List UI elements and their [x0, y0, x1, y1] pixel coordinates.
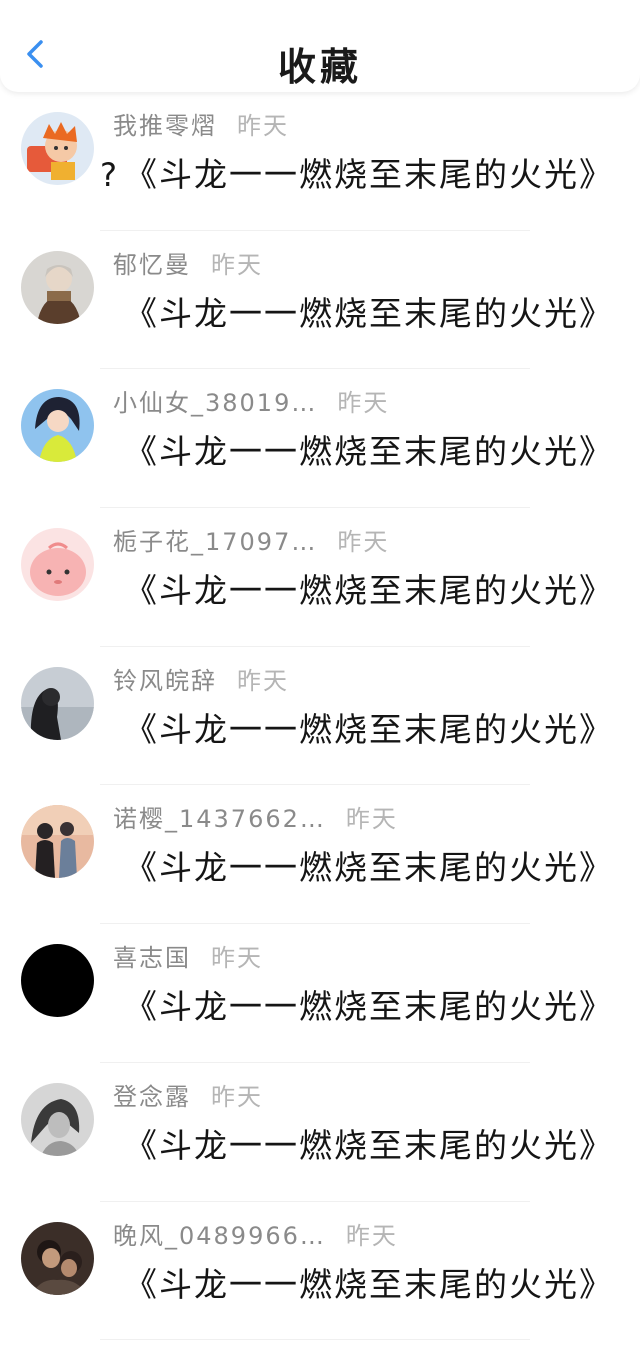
favorite-title[interactable]: 《斗龙一一燃烧至末尾的火光》 [100, 709, 614, 751]
title-text: 《斗龙一一燃烧至末尾的火光》 [124, 1125, 614, 1165]
favorite-title[interactable]: ? 《斗龙一一燃烧至末尾的火光》 [100, 154, 614, 196]
avatar[interactable] [21, 666, 94, 740]
avatar[interactable] [21, 528, 94, 602]
user-name[interactable]: 小仙女_38019… [113, 389, 317, 417]
favorite-title[interactable]: 《斗龙一一燃烧至末尾的火光》 [100, 1125, 614, 1167]
avatar[interactable] [21, 112, 94, 185]
list-item[interactable]: 郁忆曼 昨天 《斗龙一一燃烧至末尾的火光》 [0, 231, 640, 370]
timestamp: 昨天 [237, 112, 289, 140]
title-text: 《斗龙一一燃烧至末尾的火光》 [124, 987, 614, 1027]
list-item[interactable]: 晚风_0489966… 昨天 《斗龙一一燃烧至末尾的火光》 [0, 1202, 640, 1341]
question-mark-prefix: ? [100, 156, 119, 194]
favorite-title[interactable]: 《斗龙一一燃烧至末尾的火光》 [100, 847, 614, 889]
favorite-title[interactable]: 《斗龙一一燃烧至末尾的火光》 [100, 1264, 614, 1306]
avatar[interactable] [21, 250, 94, 324]
user-name[interactable]: 郁忆曼 [113, 251, 191, 279]
favorite-title[interactable]: 《斗龙一一燃烧至末尾的火光》 [100, 986, 614, 1028]
avatar[interactable] [21, 944, 94, 1018]
timestamp: 昨天 [211, 944, 263, 973]
title-text: 《斗龙一一燃烧至末尾的火光》 [124, 293, 614, 333]
favorite-title[interactable]: 《斗龙一一燃烧至末尾的火光》 [100, 293, 614, 335]
user-name[interactable]: 铃风皖辞 [113, 667, 217, 695]
title-text: 《斗龙一一燃烧至末尾的火光》 [124, 571, 614, 611]
favorite-title[interactable]: 《斗龙一一燃烧至末尾的火光》 [100, 431, 614, 473]
divider [100, 1339, 530, 1341]
user-name[interactable]: 喜志国 [113, 944, 191, 972]
list-item[interactable]: 我推零熠 昨天 ? 《斗龙一一燃烧至末尾的火光》 [0, 92, 640, 231]
timestamp: 昨天 [345, 1221, 398, 1250]
avatar[interactable] [21, 1082, 94, 1156]
timestamp: 昨天 [211, 1082, 263, 1111]
avatar[interactable] [21, 1221, 94, 1295]
timestamp: 昨天 [337, 389, 390, 418]
list-item[interactable]: 小仙女_38019… 昨天 《斗龙一一燃烧至末尾的火光》 [0, 369, 640, 509]
list-item[interactable]: 铃风皖辞 昨天 《斗龙一一燃烧至末尾的火光》 [0, 647, 640, 786]
top-bar: 收藏 [0, 0, 640, 92]
title-text: 《斗龙一一燃烧至末尾的火光》 [124, 709, 614, 749]
page-title: 收藏 [277, 45, 362, 89]
list-item[interactable]: 喜志国 昨天 《斗龙一一燃烧至末尾的火光》 [0, 924, 640, 1063]
title-text: 《斗龙一一燃烧至末尾的火光》 [124, 848, 614, 888]
list-item[interactable]: 栀子花_17097… 昨天 《斗龙一一燃烧至末尾的火光》 [0, 508, 640, 647]
title-text: 《斗龙一一燃烧至末尾的火光》 [124, 155, 614, 194]
timestamp: 昨天 [337, 528, 390, 557]
title-text: 《斗龙一一燃烧至末尾的火光》 [124, 1264, 614, 1304]
timestamp: 昨天 [237, 666, 289, 695]
title-text: 《斗龙一一燃烧至末尾的火光》 [124, 432, 614, 472]
user-name[interactable]: 栀子花_17097… [113, 528, 317, 556]
list-item[interactable]: 登念露 昨天 《斗龙一一燃烧至末尾的火光》 [0, 1063, 640, 1202]
timestamp: 昨天 [211, 250, 263, 279]
user-name[interactable]: 诺樱_1437662… [113, 805, 326, 833]
list-item[interactable]: 诺樱_1437662… 昨天 《斗龙一一燃烧至末尾的火光》 [0, 785, 640, 925]
user-name[interactable]: 晚风_0489966… [113, 1222, 326, 1250]
timestamp: 昨天 [345, 805, 398, 834]
favorite-title[interactable]: 《斗龙一一燃烧至末尾的火光》 [100, 570, 614, 612]
user-name[interactable]: 我推零熠 [113, 112, 217, 140]
favorites-list: 我推零熠 昨天 ? 《斗龙一一燃烧至末尾的火光》 郁忆曼 昨天 《斗龙一一燃烧至末尾的… [0, 92, 640, 1341]
avatar[interactable] [21, 389, 94, 463]
user-name[interactable]: 登念露 [113, 1083, 191, 1111]
avatar[interactable] [21, 805, 94, 879]
